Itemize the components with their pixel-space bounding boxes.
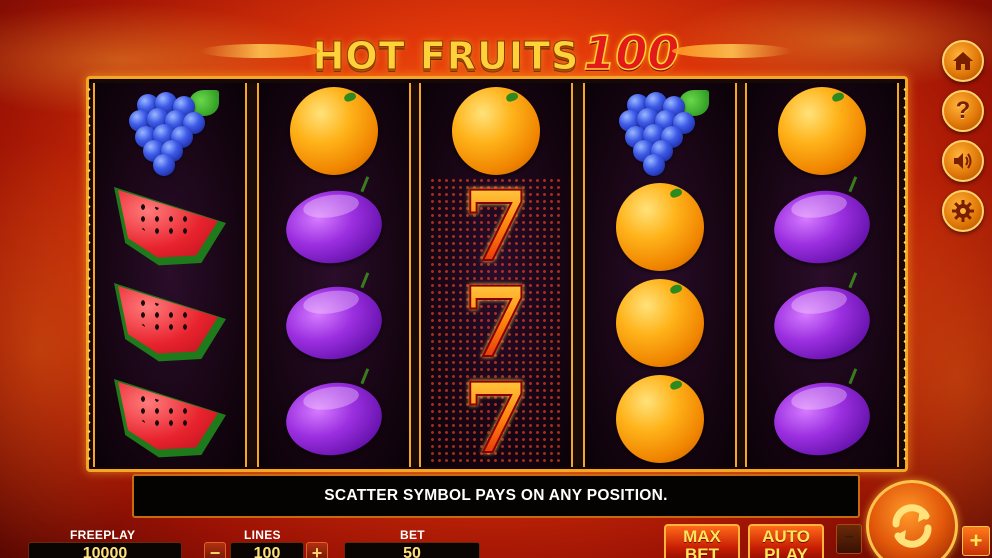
seven-symbol: 7	[462, 170, 531, 283]
help-button[interactable]: ?	[942, 90, 984, 132]
plum-symbol	[281, 280, 387, 366]
grapes-symbol	[605, 86, 715, 176]
plum-symbol	[281, 376, 387, 462]
reels-frame: 777	[86, 76, 908, 472]
reel-cell: 7	[421, 362, 571, 475]
message-bar: SCATTER SYMBOL PAYS ON ANY POSITION.	[132, 474, 860, 518]
plum-symbol	[281, 184, 387, 270]
reel-2	[257, 83, 411, 467]
spin-arrows-icon	[892, 504, 932, 548]
plum-symbol	[769, 184, 875, 270]
max-bet-button[interactable]: MAX BET	[664, 524, 740, 558]
freeplay-value: 10000	[28, 542, 182, 558]
bet-minus-button[interactable]: −	[836, 524, 862, 554]
reel-4	[583, 83, 737, 467]
lines-minus-button[interactable]: −	[204, 542, 226, 558]
orange-symbol	[290, 87, 378, 175]
bet-label: BET	[400, 528, 425, 542]
flame-wing-right	[672, 44, 792, 58]
home-button[interactable]	[942, 40, 984, 82]
reel-cell	[95, 179, 245, 275]
reel-cell: 7	[421, 170, 571, 283]
reel-3: 777	[419, 83, 573, 475]
orange-symbol	[778, 87, 866, 175]
sound-button[interactable]	[942, 140, 984, 182]
lines-label: LINES	[244, 528, 281, 542]
reel-cell	[95, 275, 245, 371]
reel-cell	[747, 83, 897, 179]
reel-cell	[421, 83, 571, 179]
reel-cell	[585, 275, 735, 371]
frame-lights-left	[87, 85, 91, 463]
speaker-icon	[954, 153, 972, 169]
reel-5	[745, 83, 899, 467]
auto-play-line2: PLAY	[764, 545, 808, 558]
plum-symbol	[769, 280, 875, 366]
question-icon: ?	[955, 97, 971, 124]
watermelon-symbol	[114, 379, 226, 459]
settings-button[interactable]	[942, 190, 984, 232]
max-bet-line1: MAX	[683, 527, 721, 546]
reel-cell	[259, 275, 409, 371]
bet-plus-button[interactable]: +	[962, 526, 990, 556]
reel-cell	[259, 371, 409, 467]
orange-symbol	[616, 183, 704, 271]
reel-cell	[259, 179, 409, 275]
logo-title: HOT FRUITS	[312, 34, 580, 79]
reel-cell	[95, 83, 245, 179]
plum-symbol	[769, 376, 875, 462]
lines-value: 100	[230, 542, 304, 558]
reel-cell	[747, 179, 897, 275]
orange-symbol	[452, 87, 540, 175]
auto-play-button[interactable]: AUTO PLAY	[748, 524, 824, 558]
spin-button[interactable]	[866, 480, 958, 558]
frame-lights-right	[903, 85, 907, 463]
reel-cell	[585, 371, 735, 467]
flame-wing-left	[200, 44, 320, 58]
seven-symbol: 7	[462, 266, 531, 379]
reel-cell	[95, 371, 245, 467]
auto-play-line1: AUTO	[762, 527, 810, 546]
grapes-symbol	[115, 86, 225, 176]
watermelon-symbol	[114, 187, 226, 267]
bet-value: 50	[344, 542, 480, 558]
seven-symbol: 7	[462, 362, 531, 475]
reel-cell: 7	[421, 266, 571, 379]
reel-cell	[747, 275, 897, 371]
message-text: SCATTER SYMBOL PAYS ON ANY POSITION.	[324, 487, 668, 504]
orange-symbol	[616, 375, 704, 463]
watermelon-symbol	[114, 283, 226, 363]
max-bet-line2: BET	[685, 545, 719, 558]
reel-cell	[259, 83, 409, 179]
logo-number: 100	[583, 25, 681, 81]
home-icon	[953, 52, 973, 70]
reel-cell	[747, 371, 897, 467]
lines-plus-button[interactable]: +	[306, 542, 328, 558]
reel-cell	[585, 83, 735, 179]
reel-1	[93, 83, 247, 467]
game-logo: HOT FRUITS100	[0, 25, 992, 82]
reel-cell	[585, 179, 735, 275]
freeplay-label: FREEPLAY	[70, 528, 136, 542]
gear-icon	[952, 200, 974, 222]
orange-symbol	[616, 279, 704, 367]
